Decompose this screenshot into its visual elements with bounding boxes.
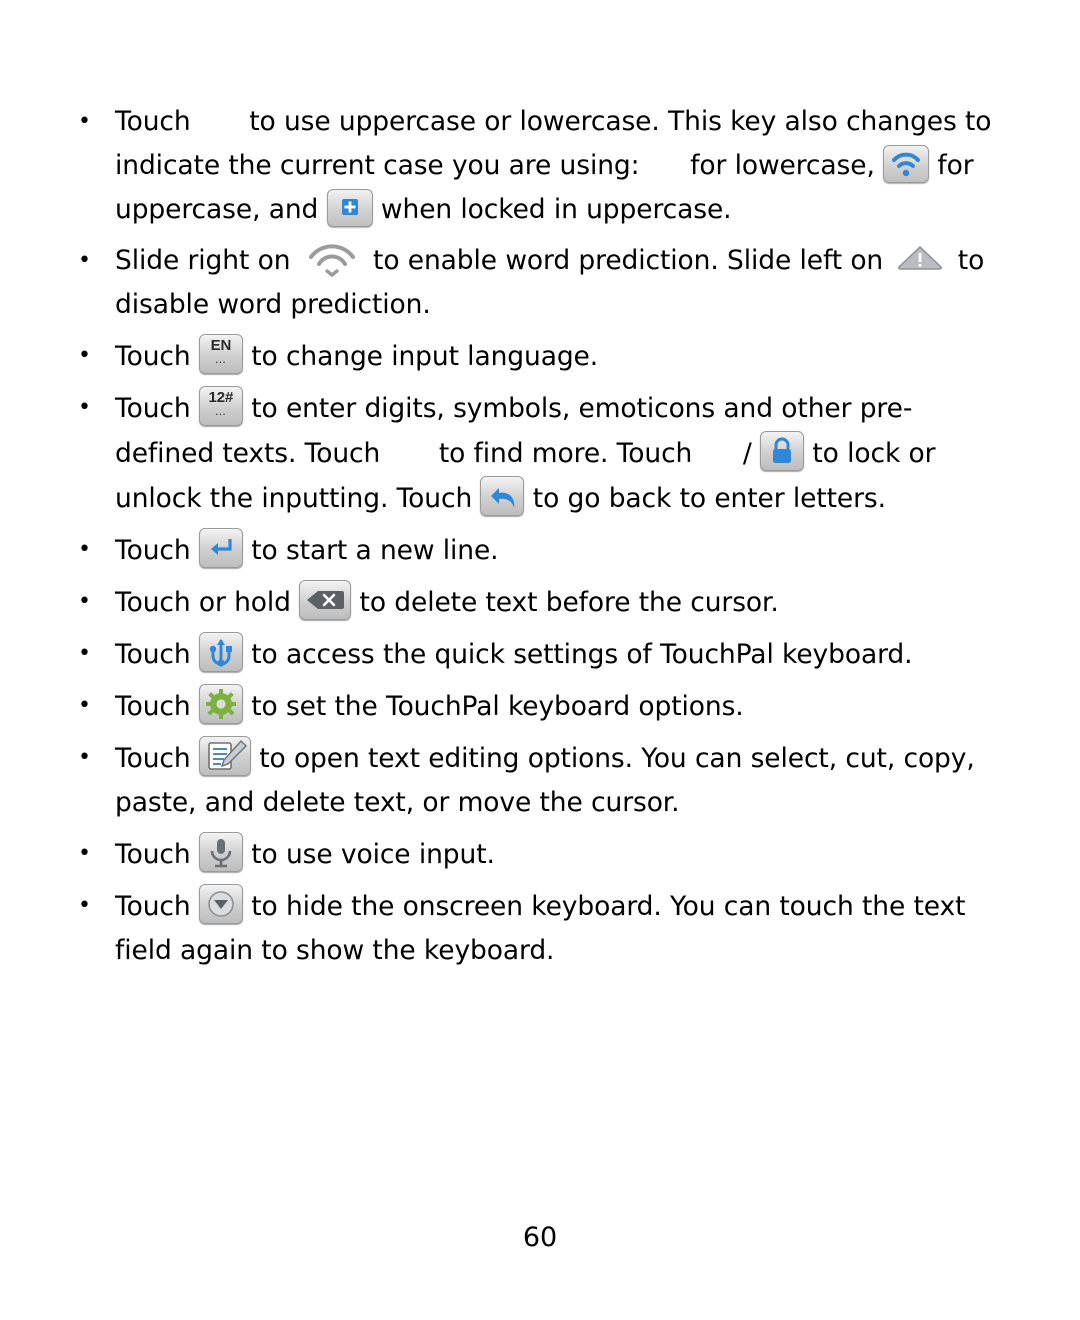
voice-input-key-icon[interactable] (198, 832, 243, 872)
backspace-key-icon[interactable] (299, 580, 352, 620)
instruction-text: Touch (115, 106, 199, 137)
instruction-text: to change input language. (242, 341, 599, 372)
shift-key-icon[interactable] (199, 100, 241, 134)
instruction-text: to find more. Touch (430, 438, 701, 469)
list-item-voice-input: Touch to use voice input. (70, 832, 992, 877)
list-item-keyboard-options: Touch to set the TouchPal keyboard optio… (70, 684, 992, 729)
lock-input-key-icon[interactable] (760, 431, 805, 471)
instruction-text: to delete text before the cursor. (351, 587, 779, 618)
list-item-quick-settings: Touch to access the quick settings of To… (70, 632, 992, 677)
lowercase-indicator-icon[interactable] (648, 148, 682, 178)
text-editing-key-icon[interactable] (198, 736, 251, 776)
find-more-key-icon[interactable] (389, 432, 431, 466)
list-item-new-line: Touch to start a new line. (70, 528, 992, 573)
instruction-text: to use voice input. (242, 839, 495, 870)
instruction-text: to start a new line. (242, 535, 499, 566)
list-item-symbols: Touch 12#… to enter digits, symbols, emo… (70, 386, 992, 521)
page-number: 60 (522, 1222, 558, 1253)
word-prediction-disable-icon[interactable] (891, 240, 949, 274)
instruction-text: Touch (115, 839, 199, 870)
list-item-input-language: Touch EN… to change input language. (70, 334, 992, 379)
instruction-text: Touch (115, 743, 199, 774)
list-item-text-editing: Touch to open text editing options. You … (70, 736, 992, 825)
instruction-text: Touch (115, 639, 199, 670)
list-item-word-prediction: Slide right on to enable word prediction… (70, 239, 992, 327)
manual-page: Touch to use uppercase or lowercase. Thi… (0, 0, 1080, 1320)
instruction-text: Touch or hold (115, 587, 300, 618)
unlock-input-key-icon[interactable] (701, 436, 735, 466)
list-item-hide-keyboard: Touch to hide the onscreen keyboard. You… (70, 884, 992, 973)
keyboard-options-key-icon[interactable] (198, 684, 243, 724)
instruction-list: Touch to use uppercase or lowercase. Thi… (70, 100, 992, 973)
hide-keyboard-key-icon[interactable] (198, 884, 243, 924)
digits-symbols-key-icon[interactable]: 12#… (198, 386, 243, 426)
input-language-key-icon[interactable]: EN… (198, 334, 243, 374)
instruction-text: to hide the onscreen keyboard. You can t… (115, 891, 974, 966)
back-to-letters-key-icon[interactable] (480, 476, 525, 516)
instruction-text: Touch (115, 535, 199, 566)
instruction-text: Touch (115, 691, 199, 722)
instruction-text: to go back to enter letters. (524, 483, 886, 514)
instruction-text: Touch (115, 393, 199, 424)
enter-key-icon[interactable] (198, 528, 243, 568)
list-item-delete: Touch or hold to delete text before the … (70, 580, 992, 625)
instruction-text: Touch (115, 341, 199, 372)
instruction-text: / (734, 438, 761, 469)
instruction-text: to enable word prediction. Slide left on (364, 245, 892, 276)
instruction-text: to set the TouchPal keyboard options. (242, 691, 744, 722)
instruction-text: to access the quick settings of TouchPal… (242, 639, 913, 670)
word-prediction-enable-icon[interactable] (299, 241, 365, 277)
caps-lock-indicator-icon[interactable] (326, 189, 373, 227)
uppercase-indicator-icon[interactable] (883, 145, 930, 183)
instruction-text: Touch (115, 891, 199, 922)
instruction-text: for lowercase, (681, 150, 884, 181)
instruction-text: Slide right on (115, 245, 299, 276)
instruction-text: when locked in uppercase. (372, 194, 732, 225)
list-item-shift-key: Touch to use uppercase or lowercase. Thi… (70, 100, 992, 232)
quick-settings-key-icon[interactable] (198, 632, 243, 672)
